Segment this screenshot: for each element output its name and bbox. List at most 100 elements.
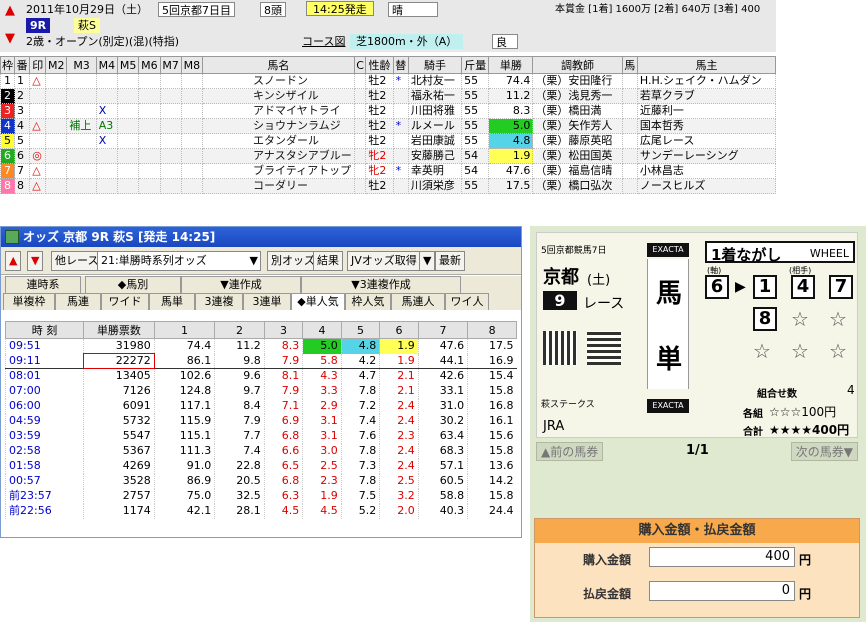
- tab-bet-5[interactable]: 3連複: [195, 293, 243, 310]
- qr-code-icon: [543, 331, 577, 365]
- column-header[interactable]: 印: [29, 56, 47, 74]
- tab-3[interactable]: ▼連作成: [181, 276, 301, 293]
- odds-value: 2.1: [379, 383, 419, 399]
- odds-row[interactable]: 08:01 13405 102.6 9.6 8.1 4.3 4.7 2.1 42.6 15.4: [4, 368, 517, 384]
- odds-row[interactable]: 07:00 7126 124.8 9.7 7.9 3.3 7.8 2.1 33.1 15.8: [4, 383, 517, 399]
- table-row[interactable]: 1 1 △ スノードン 牡2 * 北村友一 55 74.4 （栗）安田隆行 H.H.シェイク・ハムダ…: [0, 73, 777, 89]
- vote-count: 7126: [83, 383, 155, 399]
- odds-row[interactable]: 02:58 5367 111.3 7.4 6.6 3.0 7.8 2.4 68.3 15.8: [4, 443, 517, 459]
- next-race-arrow-icon[interactable]: ▼: [3, 30, 17, 48]
- refund-amount-field[interactable]: 0: [649, 581, 795, 601]
- odds-column-header[interactable]: 6: [379, 321, 419, 339]
- odds-row[interactable]: 00:57 3528 86.9 20.5 6.8 2.3 7.8 2.5 60.5 14.2: [4, 473, 517, 489]
- ticket-race-no: 9: [543, 291, 577, 310]
- odds-column-header[interactable]: 時 刻: [4, 321, 85, 339]
- odds-value: 3.3: [302, 383, 342, 399]
- jv-odds-dropdown[interactable]: ▼: [419, 251, 436, 271]
- odds-row[interactable]: 09:11 22272 86.1 9.8 7.9 5.8 4.2 1.9 44.1 16.9: [4, 353, 517, 369]
- column-header[interactable]: 騎手: [407, 56, 463, 74]
- odds-row[interactable]: 01:58 4269 91.0 22.8 6.5 2.5 7.3 2.4 57.1 13.6: [4, 458, 517, 474]
- column-header[interactable]: M7: [159, 56, 182, 74]
- odds-column-header[interactable]: 5: [340, 321, 381, 339]
- table-row[interactable]: 3 3 X アドマイヤトライ 牡2 川田将雅 55 8.3 （栗）橋田満 近藤利一: [0, 103, 777, 119]
- prev-race-arrow-icon[interactable]: ▲: [3, 2, 17, 20]
- column-header[interactable]: 馬: [621, 56, 638, 74]
- odds-column-header[interactable]: 3: [263, 321, 304, 339]
- odds-value: 60.5: [417, 473, 468, 489]
- odds-column-header[interactable]: 4: [302, 321, 342, 339]
- table-row[interactable]: 7 7 △ ブライティアトップ 牝2 * 幸英明 54 47.6 （栗）福島信晴 小林昌志: [0, 163, 777, 179]
- down-arrow-button[interactable]: ▼: [27, 251, 44, 271]
- weight: 55: [461, 178, 490, 194]
- prev-ticket-button[interactable]: ▲前の馬券: [536, 442, 604, 461]
- tab-bet-1[interactable]: 単複枠: [3, 293, 55, 310]
- column-header[interactable]: 斤量: [461, 56, 490, 74]
- tab-bet-6[interactable]: 3連単: [243, 293, 291, 310]
- column-header[interactable]: 単勝: [488, 56, 534, 74]
- tab-bet-7[interactable]: ◆単人気: [291, 293, 345, 310]
- wheel-mode: 1着ながし: [711, 246, 782, 264]
- odds-window-titlebar[interactable]: オッズ 京都 9R 萩S [発走 14:25]: [1, 227, 521, 247]
- column-header[interactable]: M6: [138, 56, 161, 74]
- odds-column-header[interactable]: 2: [214, 321, 265, 339]
- jv-odds-button[interactable]: JVオッズ取得: [347, 251, 421, 271]
- odds-column-header[interactable]: 1: [153, 321, 216, 339]
- odds-column-header[interactable]: 単勝票数: [83, 321, 155, 339]
- table-row[interactable]: 5 5 X エタンダール 牡2 岩田康誠 55 4.8 （栗）藤原英昭 広尾レース: [0, 133, 777, 149]
- other-race-button[interactable]: 他レース: [51, 251, 103, 271]
- column-header[interactable]: M4: [95, 56, 119, 74]
- win-odds: 47.6: [488, 163, 534, 179]
- odds-column-header[interactable]: 8: [467, 321, 517, 339]
- odds-row[interactable]: 前23:57 2757 75.0 32.5 6.3 1.9 7.5 3.2 58.8 15.8: [4, 488, 517, 504]
- odds-row[interactable]: 09:51 31980 74.4 11.2 8.3 5.0 4.8 1.9 47.6 17.5: [4, 338, 517, 354]
- odds-row[interactable]: 04:59 5732 115.9 7.9 6.9 3.1 7.4 2.4 30.2 16.1: [4, 413, 517, 429]
- column-header[interactable]: 番: [13, 56, 31, 74]
- column-header[interactable]: 替: [392, 56, 409, 74]
- jockey-change: *: [392, 163, 409, 179]
- course-map-link[interactable]: コース図: [302, 34, 345, 49]
- other-odds-button[interactable]: 別オッズ: [267, 251, 319, 271]
- table-row[interactable]: 2 2 キンシザイル 牡2 福永祐一 55 11.2 （栗）浅見秀一 若草クラブ: [0, 88, 777, 104]
- vote-count: 6091: [83, 398, 155, 414]
- column-header[interactable]: 調教師: [532, 56, 623, 74]
- tab-bet-10[interactable]: ワイ人: [445, 293, 489, 310]
- jockey: 川須栄彦: [407, 178, 463, 194]
- mark-m7: [159, 148, 182, 164]
- column-header[interactable]: M2: [45, 56, 68, 74]
- column-header[interactable]: 馬主: [636, 56, 777, 74]
- odds-value: 115.1: [153, 428, 215, 444]
- latest-button[interactable]: 最新: [435, 251, 465, 271]
- tab-4[interactable]: ▼3連複作成: [301, 276, 461, 293]
- tab-bet-3[interactable]: ワイド: [101, 293, 149, 310]
- tab-2[interactable]: ◆馬別: [85, 276, 181, 293]
- column-header[interactable]: M3: [66, 56, 97, 74]
- next-ticket-button[interactable]: 次の馬券▼: [790, 442, 858, 461]
- column-header[interactable]: 馬名: [201, 56, 355, 74]
- column-header[interactable]: M8: [180, 56, 203, 74]
- odds-toolbar: ▲ ▼ 他レース 21:単勝時系列オッズ ▼ 別オッズ 結果 JVオッズ取得 ▼…: [1, 247, 521, 275]
- table-row[interactable]: 4 4 △ 補上 A3 ショウナンラムジ 牡2 * ルメール 55 5.0 （栗）矢作芳人 国本哲秀: [0, 118, 777, 134]
- result-button[interactable]: 結果: [313, 251, 343, 271]
- table-row[interactable]: 6 6 ◎ アナスタシアブルー 牝2 安藤勝己 54 1.9 （栗）松田国英 サンデーレーシング: [0, 148, 777, 164]
- buy-amount-field[interactable]: 400: [649, 547, 795, 567]
- odds-row[interactable]: 06:00 6091 117.1 8.4 7.1 2.9 7.2 2.4 31.0 16.8: [4, 398, 517, 414]
- tab-bet-4[interactable]: 馬単: [149, 293, 195, 310]
- column-header[interactable]: M5: [117, 56, 140, 74]
- tab-bet-2[interactable]: 馬連: [55, 293, 101, 310]
- owner: H.H.シェイク・ハムダン: [636, 73, 777, 89]
- tab-bet-8[interactable]: 枠人気: [345, 293, 391, 310]
- mark-m2: [45, 133, 68, 149]
- tab-1[interactable]: 連時系: [5, 276, 81, 293]
- column-header[interactable]: 枠: [0, 56, 15, 74]
- odds-column-header[interactable]: 7: [417, 321, 469, 339]
- tab-bet-9[interactable]: 馬連人: [391, 293, 445, 310]
- odds-row[interactable]: 前22:56 1174 42.1 28.1 4.5 4.5 5.2 2.0 40.3 24.4: [4, 503, 517, 519]
- column-header[interactable]: 性齢: [365, 56, 394, 74]
- win-odds: 5.0: [488, 118, 534, 134]
- column-header[interactable]: C: [353, 56, 367, 74]
- odds-type-select[interactable]: 21:単勝時系列オッズ ▼: [97, 251, 261, 271]
- mark-m4: A3: [95, 118, 119, 134]
- odds-row[interactable]: 03:59 5547 115.1 7.7 6.8 3.1 7.6 2.3 63.4 15.6: [4, 428, 517, 444]
- table-row[interactable]: 8 8 △ コーダリー 牡2 川須栄彦 55 17.5 （栗）橋口弘次 ノースヒルズ: [0, 178, 777, 194]
- up-arrow-button[interactable]: ▲: [5, 251, 22, 271]
